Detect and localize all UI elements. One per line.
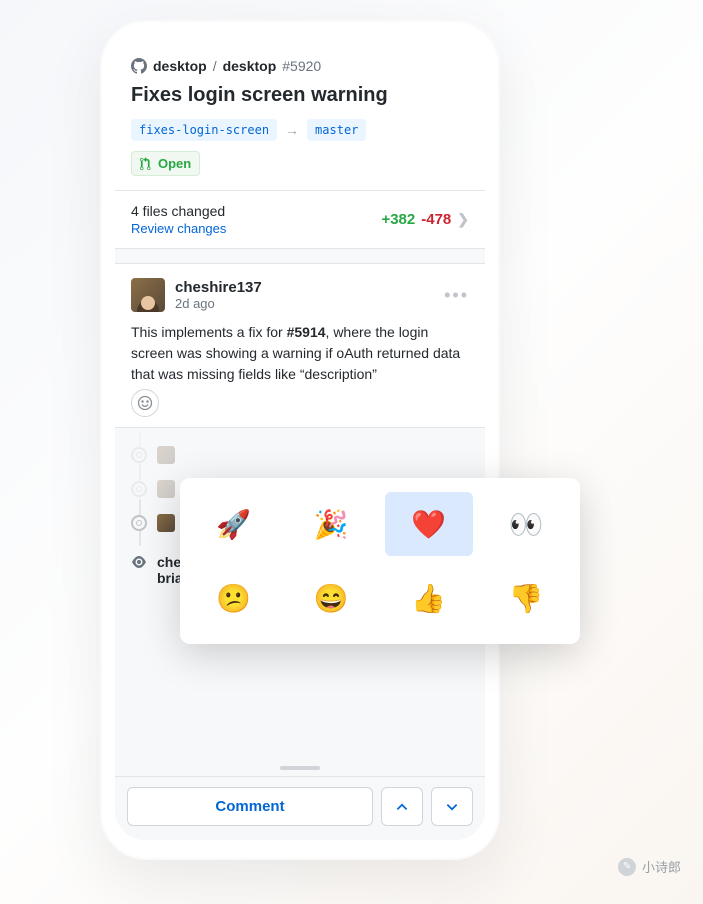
pr-header: desktop / desktop #5920 Fixes login scre… (115, 40, 485, 191)
comment-time: 2d ago (175, 296, 262, 311)
chevron-down-icon (445, 800, 459, 814)
reaction-laugh[interactable]: 😄 (288, 566, 376, 630)
add-reaction-button[interactable] (131, 389, 159, 417)
drag-handle[interactable] (280, 766, 320, 770)
commit-dot-icon (131, 515, 147, 531)
pr-title: Fixes login screen warning (131, 84, 469, 107)
commit-avatar[interactable] (157, 514, 175, 532)
comment-author[interactable]: cheshire137 (175, 279, 262, 296)
commit-avatar (157, 446, 175, 464)
commit-avatar (157, 480, 175, 498)
commit-dot-icon (131, 481, 147, 497)
review-changes-link[interactable]: Review changes (131, 221, 226, 236)
comment-button[interactable]: Comment (127, 787, 373, 826)
issue-number: #5920 (282, 58, 321, 74)
git-pull-request-icon (140, 157, 154, 171)
issue-reference-link[interactable]: #5914 (287, 324, 326, 340)
files-changed: 4 files changed (131, 203, 226, 219)
arrow-right-icon: → (285, 122, 299, 138)
wechat-icon: ✎ (618, 858, 636, 876)
repo-name: desktop (223, 58, 277, 74)
phone-frame: desktop / desktop #5920 Fixes login scre… (100, 20, 500, 860)
next-button[interactable] (431, 787, 473, 826)
deletions-count: -478 (421, 211, 451, 228)
comment-body: This implements a fix for #5914, where t… (131, 322, 469, 385)
comment-card: cheshire137 2d ago ••• This implements a… (115, 263, 485, 428)
branch-to[interactable]: master (307, 119, 366, 141)
branch-from[interactable]: fixes-login-screen (131, 119, 277, 141)
repo-owner: desktop (153, 58, 207, 74)
additions-count: +382 (381, 211, 415, 228)
reaction-thumbs-down[interactable]: 👎 (483, 566, 571, 630)
breadcrumb[interactable]: desktop / desktop #5920 (131, 58, 469, 74)
avatar[interactable] (131, 278, 165, 312)
bottom-bar: Comment (115, 776, 485, 840)
more-actions-button[interactable]: ••• (444, 285, 469, 306)
github-icon (131, 58, 147, 74)
chevron-up-icon (395, 800, 409, 814)
prev-button[interactable] (381, 787, 423, 826)
reactions-popup: 🚀🎉❤️👀 😕😄👍👎 (180, 478, 580, 644)
commit-dot-icon (131, 447, 147, 463)
status-label: Open (158, 156, 191, 171)
status-badge: Open (131, 151, 200, 176)
reaction-confused[interactable]: 😕 (190, 566, 278, 630)
reaction-thumbs-up[interactable]: 👍 (385, 566, 473, 630)
commit-item-hidden (131, 438, 469, 472)
smiley-icon (137, 395, 153, 411)
reaction-heart[interactable]: ❤️ (385, 492, 473, 556)
reaction-eyes[interactable]: 👀 (483, 492, 571, 556)
screen: desktop / desktop #5920 Fixes login scre… (115, 40, 485, 840)
breadcrumb-sep: / (213, 58, 217, 74)
changes-row[interactable]: 4 files changed Review changes +382 -478… (115, 191, 485, 249)
comment-text-pre: This implements a fix for (131, 324, 287, 340)
watermark-text: 小诗郎 (642, 857, 681, 876)
reaction-rocket[interactable]: 🚀 (190, 492, 278, 556)
eye-icon (131, 554, 147, 570)
watermark: ✎ 小诗郎 (618, 857, 681, 876)
branch-row: fixes-login-screen → master (131, 119, 469, 141)
reaction-tada[interactable]: 🎉 (288, 492, 376, 556)
chevron-right-icon: ❯ (457, 211, 469, 228)
